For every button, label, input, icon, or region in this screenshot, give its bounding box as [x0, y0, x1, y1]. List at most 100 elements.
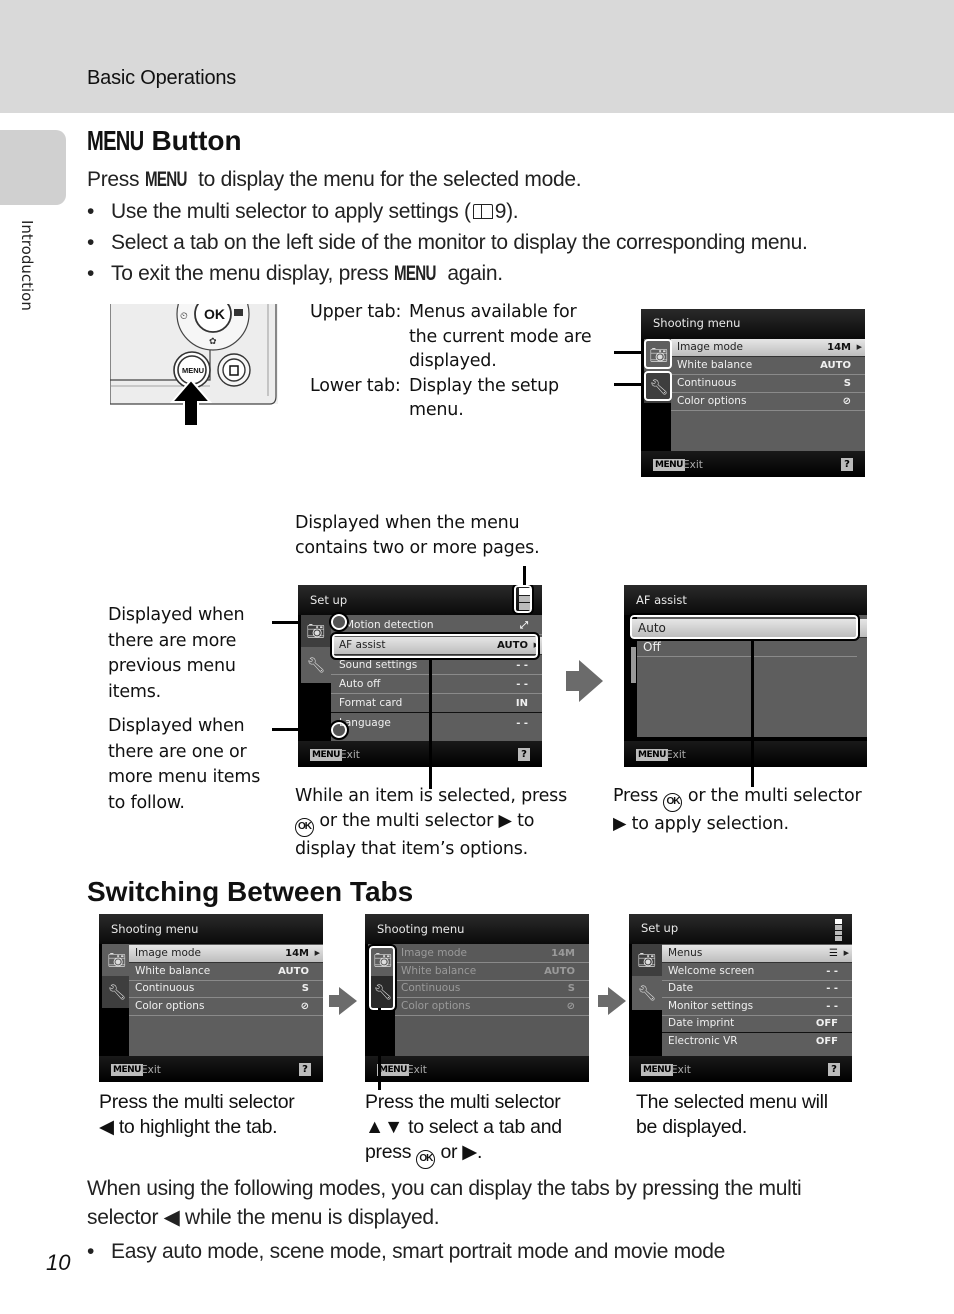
- wrench-icon: 🔧︎: [107, 983, 127, 1001]
- row-label: White balance: [401, 965, 477, 977]
- option-label: Off: [643, 640, 661, 654]
- row-value: AUTO: [278, 966, 309, 977]
- section-title-menu-button: MENU Button: [87, 125, 242, 157]
- menu-row[interactable]: Date - -: [662, 980, 852, 998]
- menu-row[interactable]: Image mode 14M ▶: [129, 945, 323, 963]
- screen-setup: Set up 📷︎ 🔧︎ Motion detection ⤢ AF assist…: [298, 585, 542, 767]
- scrollbar[interactable]: [631, 647, 636, 683]
- wrench-icon: 🔧︎: [637, 984, 657, 1002]
- row-label: Welcome screen: [668, 965, 755, 977]
- callout-previous: Displayed when there are more previous m…: [108, 603, 245, 705]
- menu-row[interactable]: Continuous S: [395, 980, 589, 998]
- selected-option-highlight: [628, 613, 860, 641]
- callout-apply: Press OK or the multi selector ▶ to appl…: [613, 784, 862, 837]
- menu-row[interactable]: Date imprint OFF: [662, 1015, 852, 1033]
- selected-item-highlight: [330, 632, 540, 660]
- camera-icon: 📷︎: [637, 951, 657, 969]
- tab-setup[interactable]: 🔧︎: [102, 976, 132, 1008]
- menu-row[interactable]: Format card IN: [331, 695, 542, 713]
- upper-tab-line: displayed.: [409, 351, 497, 371]
- menu-chip: MENU: [653, 459, 685, 471]
- svg-text:MENU: MENU: [182, 366, 204, 375]
- callout-line: to follow.: [108, 792, 185, 813]
- menu-panel: Image mode 14M ▶ White balance AUTO Continu…: [671, 339, 865, 451]
- bullet-text: To exit the menu display, press: [111, 262, 389, 285]
- row-value: ⊘: [842, 396, 851, 407]
- menu-chip: MENU: [111, 1064, 143, 1076]
- row-value: 14M: [285, 948, 309, 959]
- menu-row[interactable]: Color options ⊘: [671, 393, 865, 411]
- help-icon[interactable]: ?: [299, 1063, 311, 1076]
- menu-row[interactable]: Motion detection ⤢: [331, 617, 542, 635]
- caption-step-1: Press the multi selector ◀ to highlight …: [99, 1090, 295, 1140]
- menu-panel: Image mode 14M ▶ White balance AUTO Continu…: [129, 944, 323, 1056]
- callout-text: Press: [613, 786, 659, 806]
- menu-row[interactable]: Monitor settings - -: [662, 998, 852, 1016]
- tab-shooting[interactable]: 📷︎: [301, 615, 331, 647]
- caret-right-icon: ▶: [843, 949, 849, 957]
- menu-row[interactable]: Image mode 14M ▶: [671, 339, 865, 357]
- tab-shooting[interactable]: 📷︎: [102, 944, 132, 976]
- caret-right-icon: ▶: [314, 949, 320, 957]
- caption-text: or ▶.: [440, 1141, 483, 1163]
- callout-line: contains two or more pages.: [295, 537, 540, 558]
- menu-glyph: MENU: [87, 125, 144, 156]
- intro-text: Press MENU to display the menu for the s…: [87, 164, 582, 195]
- lower-tab-highlight: [644, 371, 672, 401]
- menu-chip: MENU: [636, 749, 668, 761]
- callout-line: Displayed when: [108, 716, 245, 736]
- callout-follow: Displayed when there are one or more men…: [108, 714, 260, 816]
- option-row[interactable]: Off: [637, 639, 857, 657]
- screen-tab-step-1: Shooting menu 📷︎ 🔧︎ Image mode 14M ▶ White…: [99, 914, 323, 1082]
- caption-line: be displayed.: [636, 1116, 748, 1138]
- svg-text:⏲: ⏲: [180, 311, 188, 322]
- exit-label: Exit: [683, 459, 703, 471]
- row-value: OFF: [815, 1018, 838, 1029]
- help-icon[interactable]: ?: [518, 748, 530, 761]
- ok-button-icon: OK: [663, 793, 683, 812]
- caption-step-2: Press the multi selector ▲▼ to select a …: [365, 1090, 562, 1169]
- menu-row[interactable]: Continuous S: [129, 980, 323, 998]
- screen-title: AF assist: [636, 593, 687, 607]
- menu-row[interactable]: White balance AUTO: [395, 963, 589, 981]
- menu-row[interactable]: Sound settings - -: [331, 657, 542, 675]
- arrow-right-icon: [566, 660, 603, 702]
- callout-line: OK or the multi selector ▶ to: [295, 809, 567, 837]
- bullet-2: Select a tab on the left side of the mon…: [87, 227, 808, 258]
- bullet-3: To exit the menu display, press MENU aga…: [87, 258, 503, 289]
- section-label: Basic Operations: [87, 67, 237, 89]
- menu-row[interactable]: Language - -: [331, 715, 542, 733]
- exit-label: Exit: [407, 1064, 427, 1076]
- callout-line: Press OK or the multi selector: [613, 784, 862, 812]
- menu-row[interactable]: Continuous S: [671, 375, 865, 393]
- help-icon[interactable]: ?: [841, 458, 853, 471]
- caption-line: ▲▼ to select a tab and: [365, 1116, 562, 1138]
- row-label: Image mode: [401, 947, 467, 959]
- menu-row[interactable]: Auto off - -: [331, 676, 542, 694]
- tab-setup[interactable]: 🔧︎: [632, 976, 662, 1010]
- menu-row[interactable]: Welcome screen - -: [662, 963, 852, 981]
- menu-row[interactable]: Color options ⊘: [395, 998, 589, 1016]
- row-label: Continuous: [401, 982, 461, 994]
- screen-title: Shooting menu: [653, 316, 741, 330]
- page-ref: 9).: [494, 200, 519, 223]
- row-value: - -: [826, 983, 838, 994]
- menu-row[interactable]: Electronic VR OFF: [662, 1033, 852, 1051]
- row-label: White balance: [135, 965, 211, 977]
- menu-panel: Image mode 14M White balance AUTO Continuo…: [395, 944, 589, 1056]
- menu-row[interactable]: Image mode 14M: [395, 945, 589, 963]
- menu-row[interactable]: Menus ☰ ▶: [662, 945, 852, 963]
- arrow-right-icon: [598, 987, 626, 1015]
- menu-row[interactable]: White balance AUTO: [671, 357, 865, 375]
- page-number: 10: [46, 1250, 71, 1275]
- camera-icon: 📷︎: [107, 951, 127, 969]
- menu-row[interactable]: Color options ⊘: [129, 998, 323, 1016]
- row-label: Continuous: [135, 982, 195, 994]
- tab-shooting[interactable]: 📷︎: [632, 944, 662, 976]
- help-icon[interactable]: ?: [828, 1063, 840, 1076]
- row-label: Monitor settings: [668, 1000, 754, 1012]
- lower-tab-line: menu.: [409, 400, 464, 420]
- tab-setup[interactable]: 🔧︎: [301, 647, 331, 683]
- screen-shooting-menu: Shooting menu 📷︎ 🔧︎ Image mode 14M ▶ White…: [641, 309, 865, 477]
- menu-row[interactable]: White balance AUTO: [129, 963, 323, 981]
